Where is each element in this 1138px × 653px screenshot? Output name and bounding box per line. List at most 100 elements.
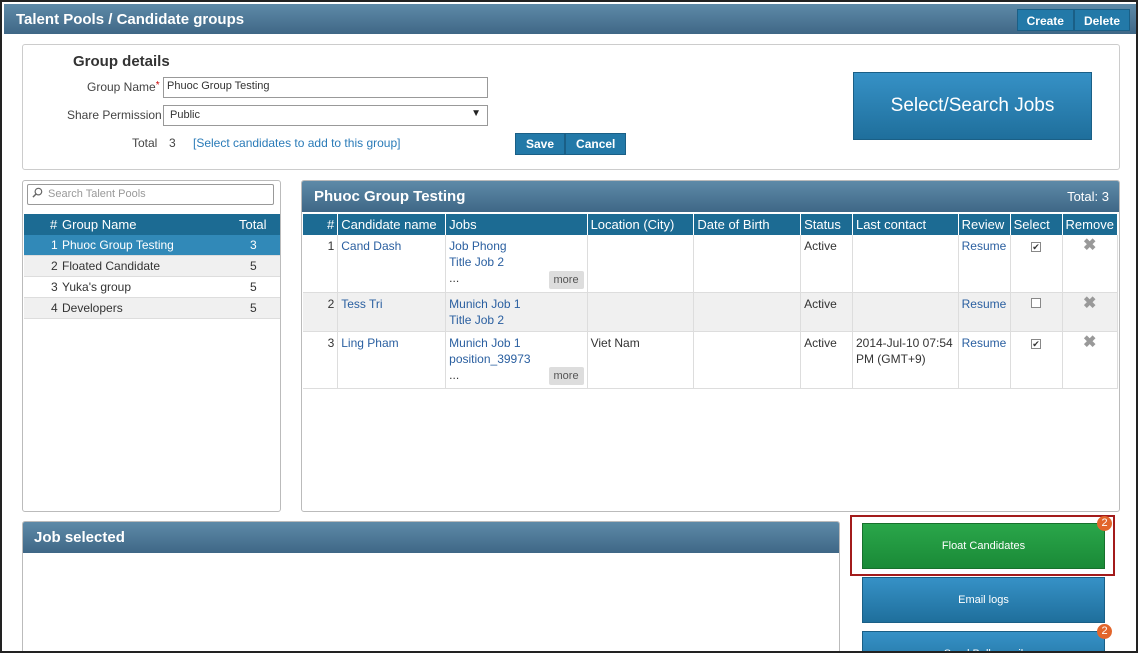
pool-item-developers[interactable]: 4 Developers 5 [24,298,280,319]
col-location: Location (City) [587,214,695,235]
job-link[interactable]: Title Job 2 [449,254,583,270]
col-review: Review [958,214,1011,235]
last-contact-cell: 2014-Jul-10 07:54 PM (GMT+9) [852,331,959,389]
select-checkbox[interactable]: ✔ [1031,338,1042,349]
job-link[interactable]: Title Job 2 [449,312,583,328]
resume-link[interactable]: Resume [962,336,1007,350]
location-cell [587,235,695,293]
job-selected-title: Job selected [34,529,125,546]
group-name-label: Group Name* [87,80,160,94]
last-contact-cell [852,235,959,293]
top-actions: Create Delete [1016,9,1130,31]
total-label: Total [132,136,158,150]
candidates-table: # Candidate name Jobs Location (City) Da… [303,214,1119,389]
resume-link[interactable]: Resume [962,297,1007,311]
status-cell: Active [800,331,853,389]
select-checkbox[interactable] [1031,297,1042,308]
pools-header: # Group Name Total [24,214,280,235]
save-button[interactable]: Save [515,133,566,155]
candidate-name-link[interactable]: Tess Tri [341,297,382,311]
job-link[interactable]: position_39973 [449,351,583,367]
app-window: Talent Pools / Candidate groups Create D… [0,0,1138,653]
pool-item-name: Floated Candidate [62,259,161,273]
col-status: Status [800,214,853,235]
remove-icon[interactable]: ✖ [1083,237,1096,254]
total-value: 3 [169,136,176,150]
remove-icon[interactable]: ✖ [1083,334,1096,351]
col-jobs: Jobs [445,214,588,235]
more-button[interactable]: more [548,366,584,385]
job-link[interactable]: Job Phong [449,238,583,254]
job-selected-header: Job selected [23,522,839,553]
row-num: 1 [303,235,339,293]
search-talent-pools-input[interactable]: Search Talent Pools [27,184,274,205]
col-select: Select [1010,214,1063,235]
pools-header-total: Total [239,217,267,232]
pool-item-floated-candidate[interactable]: 2 Floated Candidate 5 [24,256,280,277]
jobs-cell: Munich Job 1 Title Job 2 [445,292,588,332]
table-row: 3 Ling Pham Munich Job 1 position_39973 … [303,331,1119,389]
pool-item-name: Yuka's group [62,280,132,294]
search-placeholder: Search Talent Pools [48,188,146,200]
remove-icon[interactable]: ✖ [1083,295,1096,312]
col-dob: Date of Birth [693,214,802,235]
candidates-total: Total: 3 [1067,189,1109,204]
float-candidates-badge: 2 [1097,516,1112,531]
float-candidates-button[interactable]: Float Candidates [862,523,1105,569]
col-candidate-name: Candidate name [337,214,447,235]
dob-cell [693,292,802,332]
job-selected-panel: Job selected [22,521,840,651]
page-title: Talent Pools / Candidate groups [16,11,245,28]
search-icon [32,187,43,198]
cancel-button[interactable]: Cancel [565,133,627,155]
candidate-name-link[interactable]: Cand Dash [341,239,401,253]
pool-item-total: 5 [250,301,257,315]
pool-item-num: 2 [51,259,58,273]
share-permission-select[interactable]: Public ▼ [163,105,488,126]
select-search-jobs-button[interactable]: Select/Search Jobs [853,72,1092,140]
col-remove: Remove [1062,214,1119,235]
table-row: 1 Cand Dash Job Phong Title Job 2 ... mo… [303,235,1119,293]
job-link[interactable]: Munich Job 1 [449,296,583,312]
location-cell: Viet Nam [587,331,695,389]
pool-item-num: 4 [51,301,58,315]
pools-header-name: Group Name [62,217,137,232]
required-mark: * [155,80,160,91]
group-details-heading: Group details [73,53,170,70]
pool-item-total: 3 [250,238,257,252]
status-cell: Active [800,235,853,293]
delete-button[interactable]: Delete [1073,9,1130,31]
pools-header-num: # [50,217,58,232]
talent-pools-panel: Search Talent Pools # Group Name Total 1… [22,180,281,512]
location-cell [587,292,695,332]
status-cell: Active [800,292,853,332]
candidate-name-link[interactable]: Ling Pham [341,336,398,350]
pool-item-total: 5 [250,259,257,273]
pool-item-num: 3 [51,280,58,294]
select-checkbox[interactable]: ✔ [1031,242,1042,252]
create-button[interactable]: Create [1016,9,1074,31]
table-row: 2 Tess Tri Munich Job 1 Title Job 2 Acti… [303,292,1119,332]
select-candidates-link[interactable]: [Select candidates to add to this group] [193,136,400,150]
table-header-row: # Candidate name Jobs Location (City) Da… [303,214,1119,235]
last-contact-cell [852,292,959,332]
jobs-cell: Job Phong Title Job 2 ... more [445,235,588,293]
pool-item-name: Developers [62,301,123,315]
row-num: 2 [303,292,339,332]
pool-item-num: 1 [51,238,58,252]
dob-cell [693,331,802,389]
share-permission-label: Share Permission [67,108,162,122]
pool-item-yukas-group[interactable]: 3 Yuka's group 5 [24,277,280,298]
col-num: # [303,214,339,235]
dob-cell [693,235,802,293]
job-link[interactable]: Munich Job 1 [449,335,583,351]
form-actions: Save Cancel [515,133,627,155]
group-name-input[interactable]: Phuoc Group Testing [163,77,488,98]
more-button[interactable]: more [548,270,584,289]
send-bulk-email-button[interactable]: Send Bulk email [862,631,1105,651]
email-logs-button[interactable]: Email logs [862,577,1105,623]
jobs-cell: Munich Job 1 position_39973 ... more [445,331,588,389]
resume-link[interactable]: Resume [962,239,1007,253]
candidates-header-bar: Phuoc Group Testing Total: 3 [302,181,1119,212]
pool-item-phuoc-group-testing[interactable]: 1 Phuoc Group Testing 3 [24,235,280,256]
